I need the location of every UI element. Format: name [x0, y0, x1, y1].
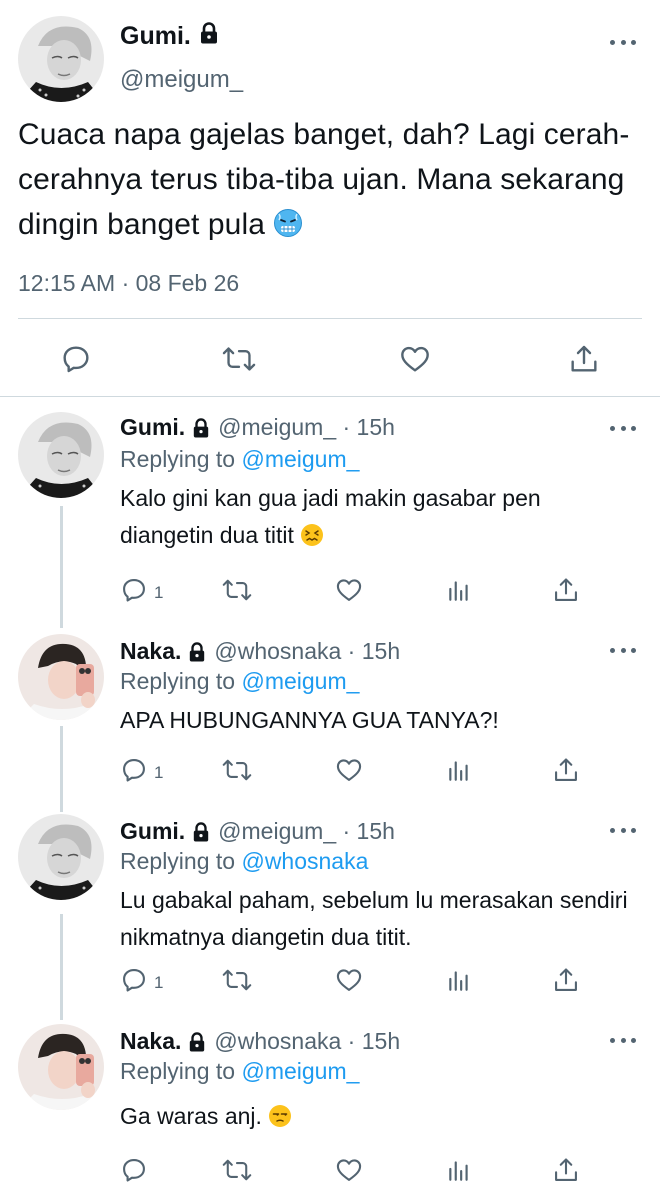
reply-action[interactable]: 1	[120, 756, 163, 789]
tweet-text: Cuaca napa gajelas banget, dah? Lagi cer…	[18, 112, 643, 251]
lock-icon	[199, 22, 219, 51]
reply-text: Lu gabakal paham, sebelum lu merasakan s…	[120, 882, 640, 956]
like-icon[interactable]	[334, 1156, 364, 1184]
reply-count: 1	[154, 582, 164, 602]
more-options-icon[interactable]	[610, 36, 636, 48]
replying-to: Replying to @meigum_	[120, 446, 359, 473]
reply-count: 1	[154, 972, 164, 992]
handle-time[interactable]: @meigum_ · 15h	[218, 818, 395, 845]
analytics-icon[interactable]	[446, 966, 472, 994]
analytics-icon[interactable]	[446, 1156, 472, 1184]
analytics-icon[interactable]	[446, 756, 472, 784]
reply-header: Gumi. @meigum_ · 15h	[120, 414, 395, 441]
retweet-icon[interactable]	[222, 1156, 252, 1184]
share-icon[interactable]	[552, 576, 580, 604]
more-options-icon[interactable]	[610, 422, 636, 434]
mention-link[interactable]: @meigum_	[241, 1058, 359, 1084]
reply-icon	[120, 966, 148, 999]
tweet-timestamp[interactable]: 12:15 AM · 08 Feb 26	[18, 270, 239, 297]
mention-link[interactable]: @meigum_	[241, 446, 359, 472]
reply-count: 1	[154, 762, 164, 782]
lock-icon	[188, 641, 206, 662]
more-options-icon[interactable]	[610, 824, 636, 836]
handle[interactable]: @meigum_	[120, 66, 243, 94]
mention-link[interactable]: @whosnaka	[241, 848, 368, 874]
display-name[interactable]: Gumi.	[120, 414, 185, 441]
reply-header: Gumi. @meigum_ · 15h	[120, 818, 395, 845]
replying-to-prefix: Replying to	[120, 668, 236, 694]
handle-time[interactable]: @whosnaka · 15h	[214, 1028, 400, 1055]
reply-tweet: Naka. @whosnaka · 15h Replying to @meigu…	[0, 620, 660, 810]
handle-time[interactable]: @whosnaka · 15h	[214, 638, 400, 665]
share-icon[interactable]	[552, 966, 580, 994]
divider	[18, 318, 642, 319]
avatar[interactable]	[18, 814, 104, 900]
reply-text: Ga waras anj.	[120, 1098, 640, 1139]
reply-tweet: Gumi. @meigum_ · 15h Replying to @whosna…	[0, 800, 660, 1020]
avatar[interactable]	[18, 16, 104, 102]
like-icon[interactable]	[334, 756, 364, 784]
cold-face-emoji-icon	[273, 206, 303, 251]
display-name[interactable]: Naka.	[120, 1028, 181, 1055]
handle-time[interactable]: @meigum_ · 15h	[218, 414, 395, 441]
share-icon[interactable]	[552, 1156, 580, 1184]
retweet-icon[interactable]	[222, 576, 252, 604]
reply-icon	[120, 756, 148, 789]
more-options-icon[interactable]	[610, 1034, 636, 1046]
replying-to: Replying to @meigum_	[120, 668, 359, 695]
reply-action[interactable]: 1	[120, 966, 163, 999]
share-icon[interactable]	[552, 756, 580, 784]
analytics-icon[interactable]	[446, 576, 472, 604]
reply-text: APA HUBUNGANNYA GUA TANYA?!	[120, 702, 640, 739]
retweet-icon[interactable]	[222, 343, 256, 380]
reply-icon[interactable]	[60, 343, 92, 380]
reply-text-content: Kalo gini kan gua jadi makin gasabar pen…	[120, 485, 541, 548]
reply-tweet: Gumi. @meigum_ · 15h Replying to @meigum…	[0, 396, 660, 620]
display-name-text: Gumi.	[120, 22, 191, 50]
avatar[interactable]	[18, 412, 104, 498]
reply-text: Kalo gini kan gua jadi makin gasabar pen…	[120, 480, 640, 558]
replying-to-prefix: Replying to	[120, 1058, 236, 1084]
display-name[interactable]: Gumi.	[120, 22, 219, 51]
lock-icon	[192, 417, 210, 438]
tweet-text-content: Cuaca napa gajelas banget, dah? Lagi cer…	[18, 118, 630, 241]
like-icon[interactable]	[334, 576, 364, 604]
reply-header: Naka. @whosnaka · 15h	[120, 1028, 400, 1055]
unamused-face-emoji-icon	[268, 1102, 292, 1139]
replying-to-prefix: Replying to	[120, 848, 236, 874]
reply-icon	[120, 576, 148, 609]
display-name[interactable]: Naka.	[120, 638, 181, 665]
retweet-icon[interactable]	[222, 966, 252, 994]
display-name[interactable]: Gumi.	[120, 818, 185, 845]
share-icon[interactable]	[568, 343, 600, 380]
more-options-icon[interactable]	[610, 644, 636, 656]
lock-icon	[192, 821, 210, 842]
reply-action[interactable]: 1	[120, 576, 163, 609]
confounded-face-emoji-icon	[300, 521, 324, 558]
avatar[interactable]	[18, 1024, 104, 1110]
reply-icon[interactable]	[120, 1156, 148, 1184]
reply-header: Naka. @whosnaka · 15h	[120, 638, 400, 665]
reply-text-content: APA HUBUNGANNYA GUA TANYA?!	[120, 707, 499, 733]
main-tweet: Gumi. @meigum_ Cuaca napa gajelas banget…	[0, 0, 660, 396]
like-icon[interactable]	[398, 343, 432, 380]
avatar[interactable]	[18, 634, 104, 720]
replying-to-prefix: Replying to	[120, 446, 236, 472]
reply-tweet: Naka. @whosnaka · 15h Replying to @meigu…	[0, 1010, 660, 1200]
reply-text-content: Ga waras anj.	[120, 1103, 262, 1129]
replying-to: Replying to @meigum_	[120, 1058, 359, 1085]
lock-icon	[188, 1031, 206, 1052]
like-icon[interactable]	[334, 966, 364, 994]
reply-text-content: Lu gabakal paham, sebelum lu merasakan s…	[120, 887, 628, 950]
replying-to: Replying to @whosnaka	[120, 848, 368, 875]
mention-link[interactable]: @meigum_	[241, 668, 359, 694]
retweet-icon[interactable]	[222, 756, 252, 784]
